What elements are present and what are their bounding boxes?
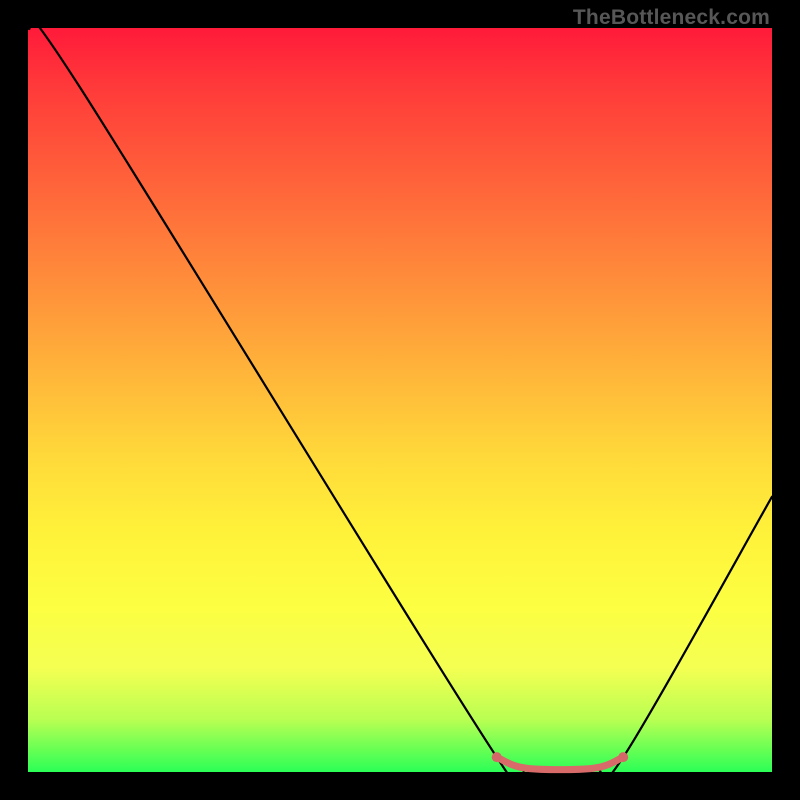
watermark-text: TheBottleneck.com — [573, 6, 770, 30]
flat-region-dot-left — [492, 752, 502, 762]
bottleneck-curve-path — [28, 16, 772, 800]
chart-svg — [28, 28, 772, 772]
flat-region-dot-right — [618, 752, 628, 762]
flat-region-highlight — [497, 757, 623, 770]
